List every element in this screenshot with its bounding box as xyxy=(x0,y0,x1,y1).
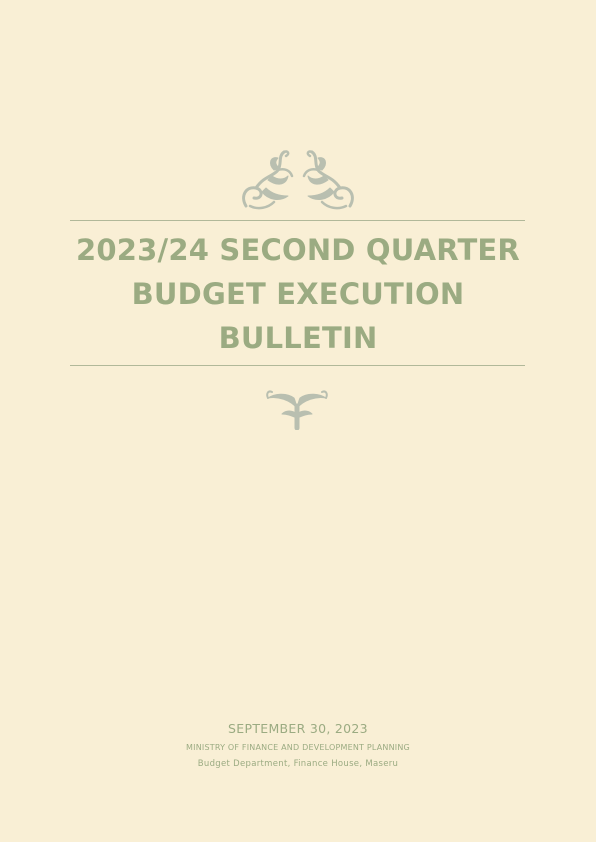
cover-page: 2023/24 SECOND QUARTER BUDGET EXECUTION … xyxy=(0,0,596,842)
publication-date: SEPTEMBER 30, 2023 xyxy=(228,721,368,736)
document-title: 2023/24 SECOND QUARTER BUDGET EXECUTION … xyxy=(60,228,536,360)
top-divider xyxy=(70,220,525,221)
ministry-name: MINISTRY OF FINANCE AND DEVELOPMENT PLAN… xyxy=(186,743,410,752)
title-line-1: 2023/24 SECOND QUARTER xyxy=(76,233,520,267)
bottom-divider xyxy=(70,365,525,366)
floral-sprig-icon xyxy=(266,390,328,430)
title-line-2: BUDGET EXECUTION xyxy=(131,277,465,311)
department-address: Budget Department, Finance House, Maseru xyxy=(197,759,399,769)
floral-scroll-pair-icon xyxy=(242,150,354,210)
title-line-3: BULLETIN xyxy=(218,321,378,355)
